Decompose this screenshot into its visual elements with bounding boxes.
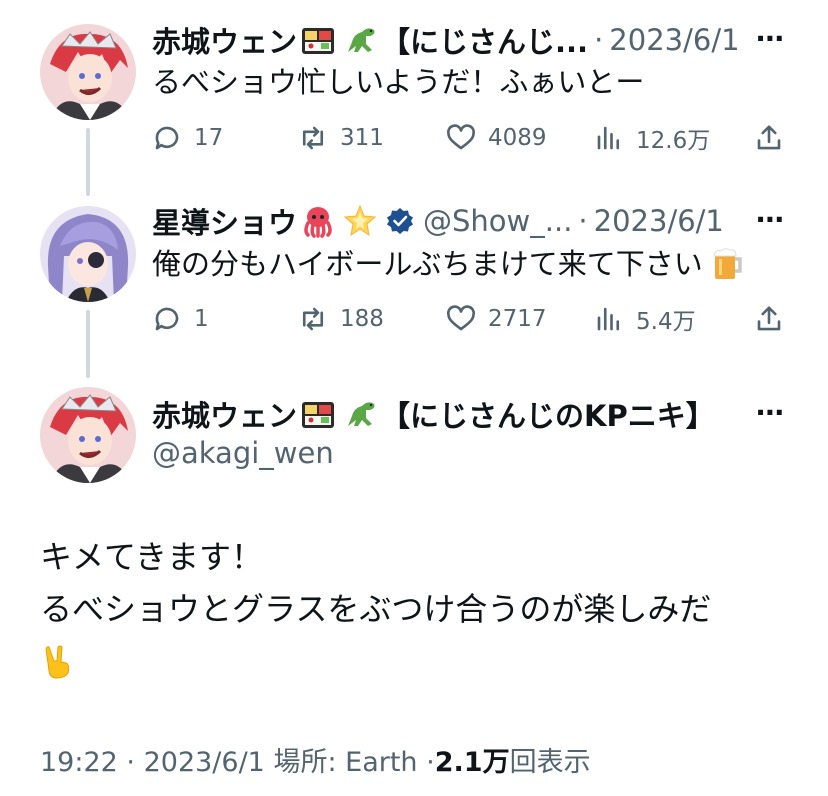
share-button[interactable]: [754, 304, 784, 334]
glowing-star-icon: [343, 204, 377, 237]
views-icon: [597, 307, 620, 331]
tweet-time[interactable]: 19:22: [40, 747, 118, 778]
reply-icon: [155, 307, 179, 331]
display-name[interactable]: 赤城ウェン: [152, 393, 297, 435]
tweet-text-line: るべショウとグラスをぶつけ合うのが楽しみだ: [40, 590, 712, 628]
like-button[interactable]: 4089: [446, 123, 547, 153]
more-icon[interactable]: ⋯: [756, 396, 785, 429]
dinosaur-icon: [348, 402, 375, 426]
views-icon: [597, 126, 620, 150]
reply-button[interactable]: 1: [152, 304, 209, 334]
timestamp[interactable]: 2023/6/1: [594, 204, 724, 238]
tweet-text: 俺の分もハイボールぶちまけて来て下さい: [152, 244, 748, 284]
tweet-header: 星導ショウ @Show_... · 2023/6/1: [152, 201, 724, 241]
verified-badge-icon: [387, 208, 414, 234]
tweet-text: るべショウ忙しいようだ！ふぁいとー: [152, 65, 645, 99]
more-icon[interactable]: ⋯: [756, 203, 785, 236]
thread-line: [86, 128, 90, 196]
avatar[interactable]: [40, 24, 136, 120]
beer-mug-icon: [713, 248, 742, 279]
thread-line: [86, 310, 90, 378]
dinosaur-icon: [348, 28, 375, 52]
display-name[interactable]: 星導ショウ: [152, 200, 297, 242]
display-name[interactable]: 赤城ウェン: [152, 19, 297, 61]
octopus-icon: [304, 207, 332, 238]
display-name-suffix[interactable]: 【にじさんじ...: [381, 19, 588, 61]
tweet-text-line: キメてきます！: [40, 538, 264, 576]
tweet-header: 赤城ウェン 【にじさんじのKPニキ】: [152, 394, 715, 434]
separator: ·: [594, 23, 604, 57]
separator: ·: [126, 747, 135, 778]
like-button[interactable]: 2717: [446, 304, 547, 334]
view-count: 2.1万: [434, 747, 510, 778]
view-count: 12.6万: [636, 128, 711, 154]
victory-hand-icon: [40, 635, 711, 687]
tweet-meta: 19:22 · 2023/6/1 場所: Earth ·2.1万回表示: [40, 740, 591, 779]
handle[interactable]: @akagi_wen: [152, 436, 334, 470]
heart-icon: [447, 305, 475, 331]
heart-icon: [447, 124, 475, 150]
retweet-button[interactable]: 311: [298, 123, 384, 153]
tweet-header: 赤城ウェン 【にじさんじ... · 2023/6/1: [152, 20, 740, 60]
more-icon[interactable]: ⋯: [756, 22, 785, 55]
tweet-text: キメてきます！ るべショウとグラスをぶつけ合うのが楽しみだ: [40, 531, 711, 687]
separator: ·: [578, 204, 588, 238]
retweet-icon: [302, 307, 324, 331]
timestamp[interactable]: 2023/6/1: [609, 23, 739, 57]
retweet-icon: [302, 126, 324, 150]
action-bar: 1 188 2717 5.4万: [152, 301, 788, 337]
avatar[interactable]: [40, 206, 136, 302]
reply-count: 17: [194, 125, 224, 151]
reply-icon: [155, 126, 179, 150]
display-name-suffix[interactable]: 【にじさんじのKPニキ】: [381, 393, 715, 435]
view-count: 5.4万: [636, 309, 696, 335]
views-button[interactable]: 12.6万: [594, 121, 710, 155]
view-label: 回表示: [509, 747, 591, 778]
share-icon: [757, 306, 781, 331]
share-icon: [757, 125, 781, 150]
share-button[interactable]: [754, 123, 784, 153]
bento-icon: [302, 402, 335, 428]
action-bar: 17 311 4089 12.6万: [152, 120, 788, 156]
like-count: 4089: [488, 125, 547, 151]
handle[interactable]: @Show_...: [423, 204, 572, 238]
retweet-count: 311: [340, 125, 384, 151]
reply-count: 1: [194, 306, 209, 332]
avatar[interactable]: [40, 387, 136, 483]
location: 場所: Earth: [273, 747, 418, 778]
tweet-date[interactable]: 2023/6/1: [144, 747, 265, 778]
like-count: 2717: [488, 306, 547, 332]
bento-icon: [302, 28, 335, 54]
retweet-count: 188: [340, 306, 384, 332]
retweet-button[interactable]: 188: [298, 304, 384, 334]
reply-button[interactable]: 17: [152, 123, 223, 153]
views-button[interactable]: 5.4万: [594, 302, 696, 336]
tweet-text-content: 俺の分もハイボールぶちまけて来て下さい: [152, 247, 703, 281]
separator: ·: [426, 747, 435, 778]
